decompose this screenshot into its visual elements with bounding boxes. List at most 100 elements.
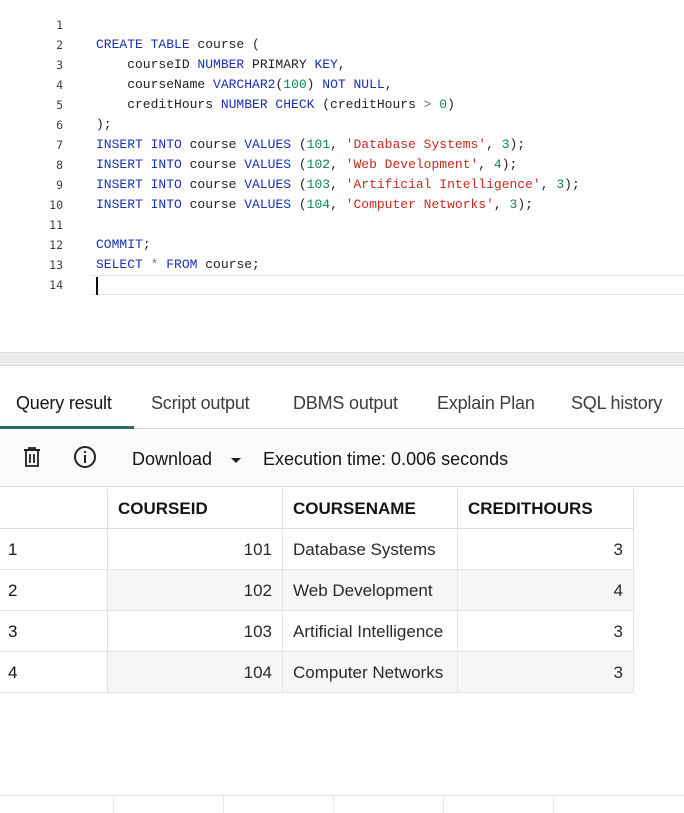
code-line[interactable]: 11: [0, 215, 684, 235]
code-token: course: [189, 137, 245, 152]
code-token: *: [150, 257, 167, 272]
clear-button[interactable]: [15, 442, 49, 476]
code-line[interactable]: 6);: [0, 115, 684, 135]
row-number-header: [0, 489, 108, 529]
info-button[interactable]: [68, 442, 102, 476]
code-token: 100: [283, 77, 307, 92]
code-line[interactable]: 1: [0, 15, 684, 35]
tab-sql-history[interactable]: SQL history: [571, 377, 662, 429]
code-token: NUMBER CHECK: [220, 97, 323, 112]
sql-editor[interactable]: 1 2 CREATE TABLE course (3 courseID NUMBER…: [0, 0, 684, 352]
code-text: INSERT INTO course VALUES (103, 'Artific…: [96, 175, 580, 195]
row-number[interactable]: 4: [0, 652, 108, 693]
code-token: course: [197, 37, 253, 52]
code-token: );: [564, 177, 580, 192]
code-line[interactable]: 8 INSERT INTO course VALUES (102, 'Web De…: [0, 155, 684, 175]
code-token: 'Web Development': [345, 157, 479, 172]
download-button[interactable]: Download: [132, 431, 212, 487]
code-token: ,: [330, 177, 346, 192]
tab-dbms-output[interactable]: DBMS output: [293, 377, 398, 429]
code-text: CREATE TABLE course (: [96, 35, 260, 55]
cell-courseid[interactable]: 102: [108, 570, 283, 611]
cell-coursename[interactable]: Database Systems: [283, 529, 458, 570]
code-token: );: [509, 137, 526, 152]
code-line[interactable]: 9 INSERT INTO course VALUES (103, 'Artifi…: [0, 175, 684, 195]
code-token: (: [298, 157, 307, 172]
cell-credithours[interactable]: 4: [458, 570, 634, 611]
code-token: 103: [306, 177, 331, 192]
code-token: course: [189, 157, 245, 172]
code-token: VALUES: [244, 137, 299, 152]
code-line[interactable]: 2 CREATE TABLE course (: [0, 35, 684, 55]
cell-credithours[interactable]: 3: [458, 529, 634, 570]
panel-splitter[interactable]: [0, 352, 684, 366]
cell-credithours[interactable]: 3: [458, 611, 634, 652]
text-caret: [96, 277, 98, 295]
code-token: 4: [493, 157, 502, 172]
code-line[interactable]: 10 INSERT INTO course VALUES (104, 'Compu…: [0, 195, 684, 215]
tab-query-result[interactable]: Query result: [16, 377, 112, 429]
line-number: 10: [49, 198, 63, 212]
line-number: 4: [56, 78, 63, 92]
code-line[interactable]: 14: [0, 275, 684, 295]
row-number[interactable]: 3: [0, 611, 108, 652]
line-number: 9: [56, 178, 63, 192]
code-token: SELECT: [96, 257, 151, 272]
code-line[interactable]: 5 creditHours NUMBER CHECK (creditHours …: [0, 95, 684, 115]
code-token: courseName: [96, 77, 214, 92]
code-token: ,: [330, 197, 346, 212]
code-token: INSERT INTO: [96, 137, 190, 152]
cell-coursename[interactable]: Web Development: [283, 570, 458, 611]
code-token: 102: [306, 157, 331, 172]
code-token: INSERT INTO: [96, 177, 190, 192]
cell-credithours[interactable]: 3: [458, 652, 634, 693]
cell-courseid[interactable]: 101: [108, 529, 283, 570]
line-number: 5: [56, 98, 63, 112]
code-token: ,: [384, 77, 393, 92]
cell-courseid[interactable]: 104: [108, 652, 283, 693]
cell-coursename[interactable]: Artificial Intelligence: [283, 611, 458, 652]
column-divider: [113, 796, 114, 813]
code-token: 101: [306, 137, 331, 152]
code-token: 'Computer Networks': [345, 197, 494, 212]
result-toolbar: Download Execution time: 0.006 seconds: [0, 431, 684, 487]
code-token: course: [189, 197, 245, 212]
code-token: ,: [478, 157, 494, 172]
bottom-scroll-area[interactable]: [0, 795, 684, 813]
tab-script-output[interactable]: Script output: [151, 377, 250, 429]
code-line[interactable]: 3 courseID NUMBER PRIMARY KEY,: [0, 55, 684, 75]
code-token: 'Artificial Intelligence': [345, 177, 541, 192]
line-number: 13: [49, 258, 63, 272]
code-text: COMMIT;: [96, 235, 151, 255]
code-text: courseName VARCHAR2(100) NOT NULL,: [96, 75, 393, 95]
line-number: 8: [56, 158, 63, 172]
code-token: );: [501, 157, 518, 172]
cell-coursename[interactable]: Computer Networks: [283, 652, 458, 693]
code-token: ): [447, 97, 455, 112]
code-token: ,: [330, 137, 346, 152]
code-token: INSERT INTO: [96, 157, 190, 172]
code-token: 3: [556, 177, 565, 192]
line-number: 6: [56, 118, 63, 132]
code-token: INSERT INTO: [96, 197, 190, 212]
chevron-down-icon[interactable]: [229, 453, 243, 471]
row-number[interactable]: 2: [0, 570, 108, 611]
code-token: VALUES: [244, 157, 299, 172]
code-line[interactable]: 12 COMMIT;: [0, 235, 684, 255]
column-header-credithours[interactable]: CREDITHOURS: [458, 489, 634, 529]
tab-explain-plan[interactable]: Explain Plan: [437, 377, 535, 429]
code-token: 3: [501, 137, 510, 152]
row-number[interactable]: 1: [0, 529, 108, 570]
line-number: 1: [56, 18, 63, 32]
code-line[interactable]: 7 INSERT INTO course VALUES (101, 'Databa…: [0, 135, 684, 155]
column-header-courseid[interactable]: COURSEID: [108, 489, 283, 529]
code-token: ,: [337, 57, 346, 72]
cell-courseid[interactable]: 103: [108, 611, 283, 652]
column-header-coursename[interactable]: COURSENAME: [283, 489, 458, 529]
code-token: courseID: [96, 57, 198, 72]
code-text: INSERT INTO course VALUES (104, 'Compute…: [96, 195, 533, 215]
code-line[interactable]: 4 courseName VARCHAR2(100) NOT NULL,: [0, 75, 684, 95]
code-token: course: [189, 177, 245, 192]
code-token: NUMBER: [197, 57, 253, 72]
code-line[interactable]: 13 SELECT * FROM course;: [0, 255, 684, 275]
